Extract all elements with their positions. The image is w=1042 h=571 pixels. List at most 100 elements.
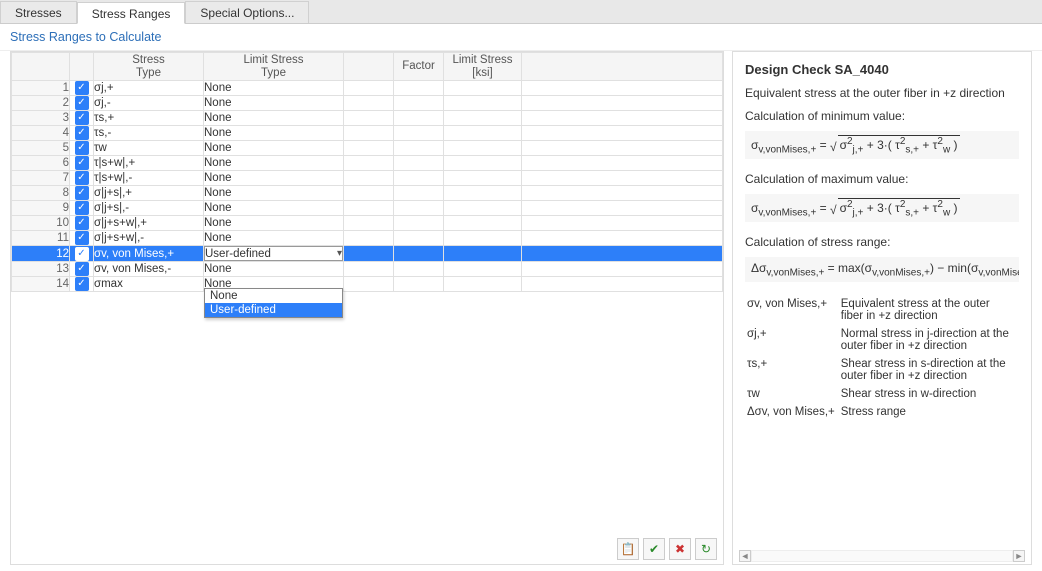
stress-type-cell[interactable]: σv, von Mises,+ xyxy=(94,246,204,262)
scroll-left-icon[interactable]: ◄ xyxy=(739,550,751,562)
dropdown-option-none[interactable]: None xyxy=(205,289,342,303)
row-checkbox[interactable]: ✓ xyxy=(70,96,94,111)
row-checkbox[interactable]: ✓ xyxy=(70,201,94,216)
table-row[interactable]: 14✓σmaxNone xyxy=(12,277,723,292)
factor-cell[interactable] xyxy=(394,246,444,262)
refresh-icon[interactable]: ↻ xyxy=(695,538,717,560)
row-checkbox[interactable]: ✓ xyxy=(70,231,94,246)
limit-ksi-cell[interactable] xyxy=(444,201,522,216)
stress-type-cell[interactable]: τ|s+w|,+ xyxy=(94,156,204,171)
tab-special-options[interactable]: Special Options... xyxy=(185,1,309,23)
limit-ksi-cell[interactable] xyxy=(444,262,522,277)
uncheck-all-icon[interactable]: ✖ xyxy=(669,538,691,560)
stress-type-cell[interactable]: σ|j+s|,- xyxy=(94,201,204,216)
factor-cell[interactable] xyxy=(394,231,444,246)
stress-type-cell[interactable]: σv, von Mises,- xyxy=(94,262,204,277)
table-row[interactable]: 4✓τs,-None xyxy=(12,126,723,141)
limit-type-cell[interactable]: None xyxy=(204,216,344,231)
row-checkbox[interactable]: ✓ xyxy=(70,111,94,126)
factor-cell[interactable] xyxy=(394,171,444,186)
limit-ksi-cell[interactable] xyxy=(444,141,522,156)
table-row[interactable]: 13✓σv, von Mises,-None xyxy=(12,262,723,277)
row-checkbox[interactable]: ✓ xyxy=(70,246,94,262)
table-row[interactable]: 11✓σ|j+s+w|,-None xyxy=(12,231,723,246)
limit-type-cell[interactable]: None xyxy=(204,81,344,96)
stress-type-cell[interactable]: σj,- xyxy=(94,96,204,111)
spacer-cell xyxy=(344,171,394,186)
limit-ksi-cell[interactable] xyxy=(444,246,522,262)
table-row[interactable]: 10✓σ|j+s+w|,+None xyxy=(12,216,723,231)
limit-ksi-cell[interactable] xyxy=(444,171,522,186)
row-checkbox[interactable]: ✓ xyxy=(70,171,94,186)
table-row[interactable]: 6✓τ|s+w|,+None xyxy=(12,156,723,171)
stress-type-cell[interactable]: σ|j+s+w|,- xyxy=(94,231,204,246)
row-checkbox[interactable]: ✓ xyxy=(70,262,94,277)
factor-cell[interactable] xyxy=(394,96,444,111)
table-row[interactable]: 5✓τwNone xyxy=(12,141,723,156)
stress-type-cell[interactable]: τs,+ xyxy=(94,111,204,126)
tab-stresses[interactable]: Stresses xyxy=(0,1,77,23)
clipboard-icon[interactable]: 📋 xyxy=(617,538,639,560)
factor-cell[interactable] xyxy=(394,111,444,126)
limit-ksi-cell[interactable] xyxy=(444,81,522,96)
factor-cell[interactable] xyxy=(394,186,444,201)
stress-type-cell[interactable]: σj,+ xyxy=(94,81,204,96)
factor-cell[interactable] xyxy=(394,216,444,231)
stress-type-cell[interactable]: σmax xyxy=(94,277,204,292)
row-checkbox[interactable]: ✓ xyxy=(70,141,94,156)
factor-cell[interactable] xyxy=(394,277,444,292)
stress-type-cell[interactable]: τ|s+w|,- xyxy=(94,171,204,186)
limit-type-cell[interactable]: None xyxy=(204,186,344,201)
info-panel-scrollbar[interactable]: ◄ ► xyxy=(739,550,1025,562)
row-checkbox[interactable]: ✓ xyxy=(70,81,94,96)
stress-type-cell[interactable]: τw xyxy=(94,141,204,156)
row-checkbox[interactable]: ✓ xyxy=(70,186,94,201)
limit-type-cell[interactable]: None xyxy=(204,111,344,126)
limit-type-cell[interactable]: None xyxy=(204,262,344,277)
limit-type-cell[interactable]: None xyxy=(204,141,344,156)
factor-cell[interactable] xyxy=(394,141,444,156)
limit-type-dropdown[interactable]: None User-defined xyxy=(204,288,343,318)
stress-type-cell[interactable]: σ|j+s+w|,+ xyxy=(94,216,204,231)
row-checkbox[interactable]: ✓ xyxy=(70,126,94,141)
limit-ksi-cell[interactable] xyxy=(444,216,522,231)
row-checkbox[interactable]: ✓ xyxy=(70,216,94,231)
limit-type-cell[interactable]: None xyxy=(204,201,344,216)
table-row[interactable]: 8✓σ|j+s|,+None xyxy=(12,186,723,201)
limit-type-cell[interactable]: None xyxy=(204,126,344,141)
dropdown-option-user-defined[interactable]: User-defined xyxy=(205,303,342,317)
scroll-track[interactable] xyxy=(751,550,1013,562)
factor-cell[interactable] xyxy=(394,201,444,216)
limit-ksi-cell[interactable] xyxy=(444,186,522,201)
check-all-icon[interactable]: ✔ xyxy=(643,538,665,560)
limit-ksi-cell[interactable] xyxy=(444,126,522,141)
limit-type-cell[interactable]: None xyxy=(204,156,344,171)
table-row[interactable]: 1✓σj,+None xyxy=(12,81,723,96)
limit-type-cell[interactable]: None xyxy=(204,171,344,186)
factor-cell[interactable] xyxy=(394,156,444,171)
stress-type-cell[interactable]: τs,- xyxy=(94,126,204,141)
stress-type-cell[interactable]: σ|j+s|,+ xyxy=(94,186,204,201)
factor-cell[interactable] xyxy=(394,262,444,277)
limit-ksi-cell[interactable] xyxy=(444,231,522,246)
table-row[interactable]: 9✓σ|j+s|,-None xyxy=(12,201,723,216)
limit-ksi-cell[interactable] xyxy=(444,277,522,292)
table-row[interactable]: 12✓σv, von Mises,+User-defined▾ xyxy=(12,246,723,262)
table-row[interactable]: 2✓σj,-None xyxy=(12,96,723,111)
limit-ksi-cell[interactable] xyxy=(444,96,522,111)
table-row[interactable]: 3✓τs,+None xyxy=(12,111,723,126)
factor-cell[interactable] xyxy=(394,126,444,141)
chevron-down-icon[interactable]: ▾ xyxy=(337,248,342,259)
limit-ksi-cell[interactable] xyxy=(444,111,522,126)
scroll-right-icon[interactable]: ► xyxy=(1013,550,1025,562)
row-number: 8 xyxy=(12,186,70,201)
factor-cell[interactable] xyxy=(394,81,444,96)
limit-type-cell[interactable]: None xyxy=(204,231,344,246)
limit-type-cell[interactable]: None xyxy=(204,96,344,111)
row-checkbox[interactable]: ✓ xyxy=(70,156,94,171)
limit-ksi-cell[interactable] xyxy=(444,156,522,171)
tab-stress-ranges[interactable]: Stress Ranges xyxy=(77,2,186,24)
limit-type-cell[interactable]: User-defined▾ xyxy=(204,246,343,261)
row-checkbox[interactable]: ✓ xyxy=(70,277,94,292)
table-row[interactable]: 7✓τ|s+w|,-None xyxy=(12,171,723,186)
